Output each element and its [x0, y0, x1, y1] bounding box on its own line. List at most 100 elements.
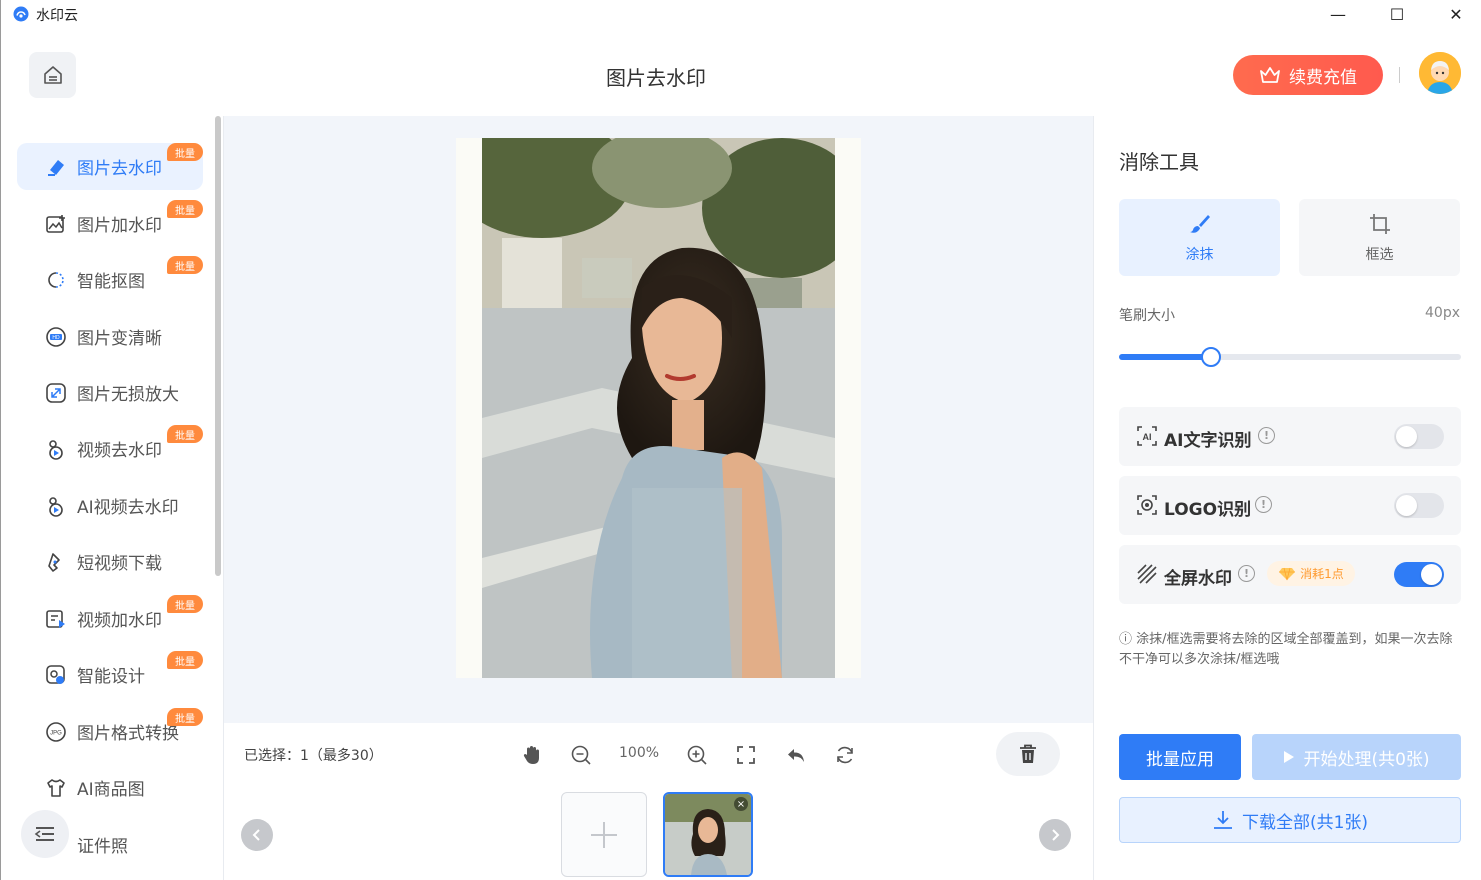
- batch-badge: 批量: [167, 256, 203, 274]
- batch-badge: 批量: [167, 708, 203, 726]
- add-image-button[interactable]: [561, 792, 647, 877]
- shirt-icon: [45, 777, 67, 799]
- selected-count: 已选择：1（最多30）: [244, 748, 383, 764]
- option-logo-detect: LOGO识别 !: [1119, 476, 1461, 535]
- smear-mode-label: 涂抹: [1185, 246, 1214, 263]
- option-label: AI文字识别: [1164, 431, 1252, 451]
- plus-icon: [591, 821, 617, 848]
- download-link-icon: [45, 551, 67, 573]
- cost-label: 消耗1点: [1300, 567, 1344, 581]
- close-button[interactable]: ✕: [1436, 2, 1476, 26]
- logo-detect-icon: [1136, 494, 1158, 516]
- option-label: 全屏水印: [1164, 569, 1232, 589]
- chevron-left-icon: [252, 829, 260, 841]
- app-title: 水印云: [36, 8, 78, 24]
- slider-knob[interactable]: [1201, 347, 1222, 367]
- sidebar-item-label: AI商品图: [77, 780, 145, 800]
- fit-screen-button[interactable]: [731, 740, 761, 770]
- batch-badge: 批量: [167, 595, 203, 613]
- brush-size-label: 笔刷大小: [1119, 308, 1175, 324]
- fullscreen-watermark-toggle[interactable]: [1394, 562, 1444, 587]
- fullscreen-watermark-icon: [1136, 563, 1158, 585]
- home-button[interactable]: [29, 52, 76, 98]
- svg-text:JPG: JPG: [50, 730, 62, 736]
- brush-size-slider[interactable]: [1119, 347, 1461, 367]
- thumbnail-strip: ×: [224, 787, 1093, 880]
- minimize-button[interactable]: —: [1318, 2, 1358, 26]
- usage-hint: ⓘ 涂抹/框选需要将去除的区域全部覆盖到，如果一次去除不干净可以多次涂抹/框选哦: [1119, 632, 1453, 667]
- sidebar-item-smart-cutout[interactable]: 智能抠图 批量: [17, 256, 203, 303]
- image-thumbnail[interactable]: ×: [663, 792, 753, 877]
- app-logo-icon: [13, 6, 29, 22]
- renew-label: 续费充值: [1289, 67, 1357, 88]
- avatar[interactable]: [1419, 52, 1461, 94]
- hand-icon: [523, 746, 539, 764]
- option-ai-text-detect: AI AI文字识别 !: [1119, 407, 1461, 466]
- zoom-in-icon: [687, 745, 707, 765]
- sidebar-item-ai-video-remove-watermark[interactable]: AI视频去水印: [17, 482, 203, 529]
- batch-badge: 批量: [167, 651, 203, 669]
- sidebar-item-label: 智能设计: [77, 667, 145, 687]
- sidebar: 图片去水印 批量 图片加水印 批量 智能抠图 批量 HD 图片变清晰 图片无损放…: [0, 116, 224, 880]
- smear-mode-button[interactable]: 涂抹: [1119, 199, 1280, 276]
- image-add-icon: [45, 213, 67, 235]
- batch-apply-button[interactable]: 批量应用: [1119, 734, 1241, 780]
- sidebar-item-lossless-enlarge[interactable]: 图片无损放大: [17, 369, 203, 416]
- sidebar-item-label: 图片去水印: [77, 159, 162, 179]
- page-title: 图片去水印: [606, 66, 706, 90]
- sidebar-item-label: 短视频下载: [77, 554, 162, 574]
- remove-thumbnail-icon[interactable]: ×: [734, 797, 748, 811]
- sidebar-item-image-add-watermark[interactable]: 图片加水印 批量: [17, 200, 203, 247]
- photo-frame: [456, 138, 861, 678]
- sidebar-item-smart-design[interactable]: 智能设计 批量: [17, 651, 203, 698]
- crop-icon: [1369, 213, 1390, 234]
- diamond-icon: [1279, 567, 1296, 580]
- logo-detect-toggle[interactable]: [1394, 493, 1444, 518]
- ai-video-icon: [45, 495, 67, 517]
- info-icon[interactable]: !: [1258, 427, 1275, 444]
- info-icon[interactable]: !: [1255, 496, 1272, 513]
- prev-button[interactable]: [241, 819, 273, 851]
- video-eraser-icon: [45, 438, 67, 460]
- sidebar-item-label: 图片变清晰: [77, 329, 162, 349]
- brush-icon: [1189, 214, 1210, 233]
- header-divider: [1399, 67, 1400, 83]
- sidebar-item-ai-product-image[interactable]: AI商品图: [17, 764, 203, 811]
- fit-screen-icon: [737, 746, 755, 764]
- delete-button[interactable]: [996, 732, 1060, 776]
- svg-text:AI: AI: [1143, 432, 1152, 442]
- ai-text-toggle[interactable]: [1394, 424, 1444, 449]
- reset-button[interactable]: [830, 740, 860, 770]
- maximize-button[interactable]: ☐: [1377, 2, 1417, 26]
- undo-button[interactable]: [781, 740, 811, 770]
- info-icon[interactable]: !: [1238, 565, 1255, 582]
- design-icon: [45, 664, 67, 686]
- box-select-mode-button[interactable]: 框选: [1299, 199, 1460, 276]
- undo-icon: [788, 749, 804, 762]
- zoom-in-button[interactable]: [682, 740, 712, 770]
- slider-fill: [1119, 354, 1212, 360]
- crown-icon: [1260, 67, 1280, 83]
- next-button[interactable]: [1039, 819, 1071, 851]
- video-add-icon: [45, 608, 67, 630]
- sidebar-item-video-add-watermark[interactable]: 视频加水印 批量: [17, 595, 203, 642]
- play-icon: [1284, 751, 1295, 763]
- hand-tool-button[interactable]: [517, 740, 547, 770]
- sidebar-scrollbar[interactable]: [215, 116, 221, 576]
- start-process-button[interactable]: 开始处理(共0张): [1252, 734, 1461, 780]
- download-all-button[interactable]: 下载全部(共1张): [1119, 797, 1461, 843]
- sidebar-item-video-remove-watermark[interactable]: 视频去水印 批量: [17, 425, 203, 472]
- collapse-menu-button[interactable]: [21, 810, 69, 858]
- cutout-icon: [45, 269, 67, 291]
- sidebar-item-image-enhance[interactable]: HD 图片变清晰: [17, 313, 203, 360]
- renew-button[interactable]: 续费充值: [1233, 55, 1383, 95]
- ai-text-icon: AI: [1136, 425, 1158, 447]
- sidebar-item-image-format-convert[interactable]: JPG 图片格式转换 批量: [17, 708, 203, 755]
- sidebar-item-image-remove-watermark[interactable]: 图片去水印 批量: [17, 143, 203, 190]
- edit-photo[interactable]: [482, 138, 835, 678]
- zoom-out-button[interactable]: [566, 740, 596, 770]
- canvas-area[interactable]: [224, 116, 1093, 723]
- sidebar-item-label: 图片加水印: [77, 216, 162, 236]
- svg-text:HD: HD: [52, 335, 60, 341]
- sidebar-item-short-video-download[interactable]: 短视频下载: [17, 538, 203, 585]
